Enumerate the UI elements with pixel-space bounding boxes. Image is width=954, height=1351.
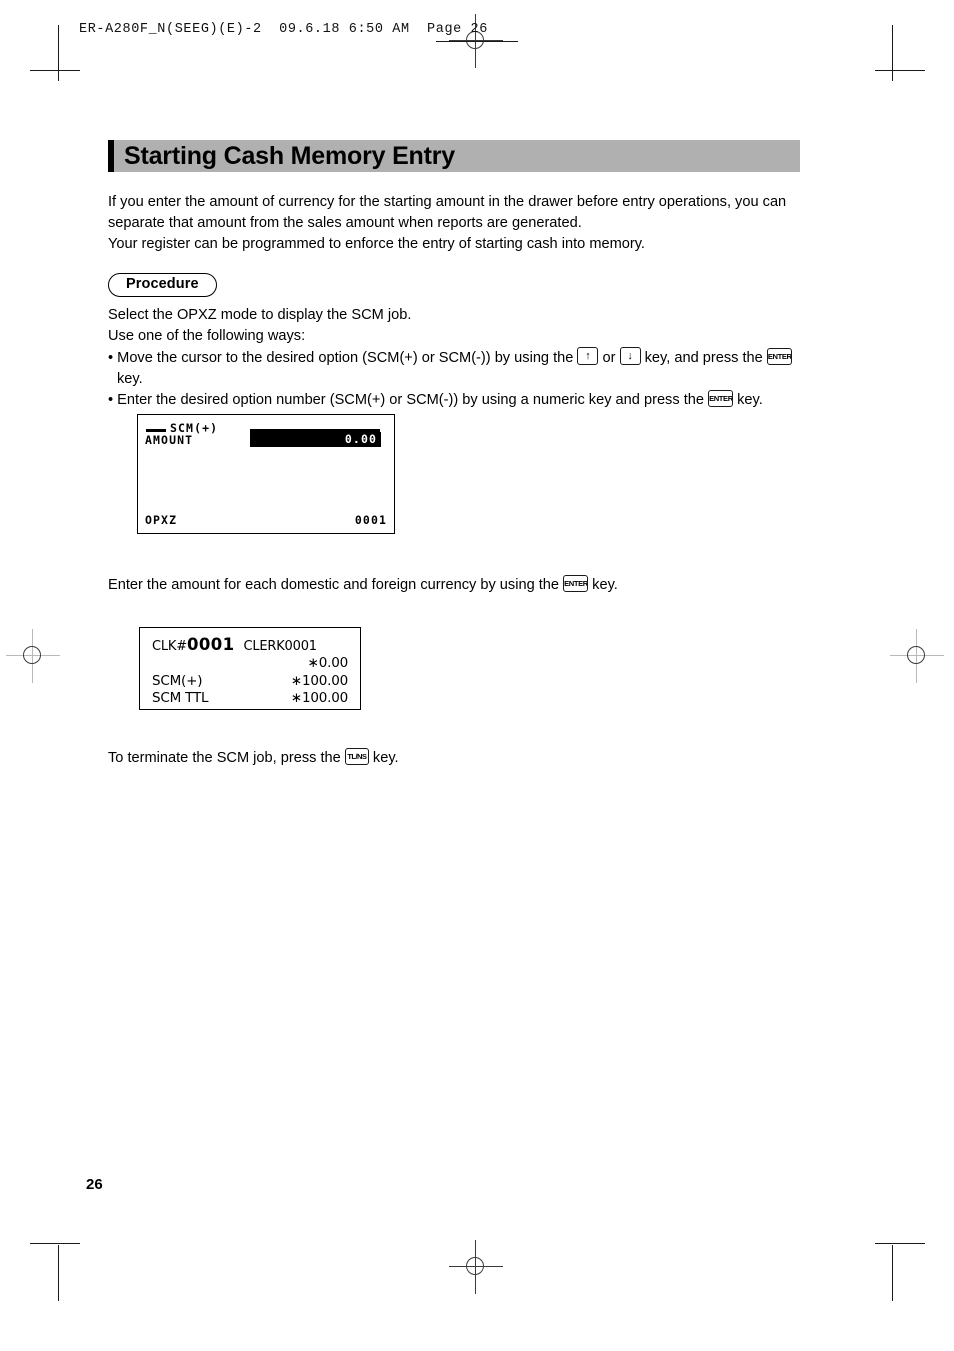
receipt-clerk-name: CLERK0001 bbox=[243, 639, 317, 654]
bullet-item-2: • Enter the desired option number (SCM(+… bbox=[108, 390, 828, 411]
intro-line-3: Your register can be programmed to enfor… bbox=[108, 236, 645, 252]
note-enter-line: Enter the amount for each domestic and f… bbox=[108, 575, 808, 596]
registration-mark-left bbox=[6, 629, 60, 683]
registration-circle bbox=[907, 646, 925, 664]
section-title-band: Starting Cash Memory Entry bbox=[108, 140, 800, 172]
crop-mark-bottom-left-horizontal bbox=[30, 1243, 80, 1244]
crop-mark-bottom-right-horizontal bbox=[875, 1243, 925, 1244]
bullet-1-continuation: key. bbox=[117, 371, 143, 387]
intro-line-1: If you enter the amount of currency for … bbox=[108, 194, 787, 210]
crop-mark-bottom-right-vertical bbox=[892, 1245, 893, 1301]
note-enter-text-a: Enter the amount for each domestic and f… bbox=[108, 577, 560, 593]
document-page: ER-A280F_N(SEEG)(E)-2 09.6.18 6:50 AM Pa… bbox=[0, 0, 954, 1351]
intro-line-2: separate that amount from the sales amou… bbox=[108, 215, 582, 231]
crop-mark-top-right-horizontal bbox=[875, 70, 925, 71]
arrow-up-key-icon[interactable]: ↑ bbox=[577, 347, 599, 365]
bullet-1-text-a: • Move the cursor to the desired option … bbox=[108, 350, 574, 366]
step-line-2: Use one of the following ways: bbox=[108, 328, 306, 344]
receipt-row3-amount: ∗100.00 bbox=[290, 673, 348, 689]
page-title: Starting Cash Memory Entry bbox=[124, 142, 455, 170]
note-terminate-text-b: key. bbox=[372, 750, 399, 766]
receipt-clerk-row: CLK#0001 CLERK0001 bbox=[152, 635, 317, 654]
bullet-2-text-b: key. bbox=[737, 392, 763, 408]
note-terminate-line: To terminate the SCM job, press the TL/N… bbox=[108, 748, 808, 769]
receipt-row4-label: SCM TTL bbox=[152, 690, 209, 706]
crop-mark-top-left-vertical bbox=[58, 25, 59, 81]
registration-circle bbox=[23, 646, 41, 664]
crop-mark-bottom-left-vertical bbox=[58, 1245, 59, 1301]
procedure-badge: Procedure bbox=[108, 273, 217, 297]
enter-key-icon[interactable]: ENTER bbox=[766, 348, 792, 365]
registration-mark-right bbox=[890, 629, 944, 683]
running-head-rule bbox=[436, 41, 518, 42]
enter-key-icon[interactable]: ENTER bbox=[563, 575, 589, 592]
receipt-display-figure: CLK#0001 CLERK0001 ∗0.00 SCM(+) ∗100.00 S… bbox=[139, 627, 361, 710]
crop-mark-top-left-horizontal bbox=[30, 70, 80, 71]
lcd-title-dash-left bbox=[146, 429, 166, 432]
page-number: 26 bbox=[86, 1176, 103, 1193]
registration-mark-bottom bbox=[449, 1240, 503, 1294]
receipt-clk-number: 0001 bbox=[186, 635, 235, 654]
lcd-display-figure: SCM(+) AMOUNT 0.00 OPXZ 0001 bbox=[137, 414, 395, 534]
lcd-amount-label: AMOUNT bbox=[145, 433, 194, 447]
note-enter-text-b: key. bbox=[592, 577, 618, 593]
registration-circle bbox=[466, 1257, 484, 1275]
bullet-1-text-c: key, and press the bbox=[644, 350, 763, 366]
arrow-down-key-icon[interactable]: ↓ bbox=[619, 347, 641, 365]
procedure-steps: Select the OPXZ mode to display the SCM … bbox=[108, 305, 828, 411]
receipt-row2-amount: ∗0.00 bbox=[307, 655, 349, 671]
receipt-row4-amount: ∗100.00 bbox=[290, 690, 348, 706]
note-enter-amount: Enter the amount for each domestic and f… bbox=[108, 575, 808, 596]
bullet-item-1: • Move the cursor to the desired option … bbox=[108, 347, 828, 369]
bullet-2-text-a: • Enter the desired option number (SCM(+… bbox=[108, 392, 704, 408]
receipt-clk-prefix: CLK# bbox=[152, 639, 187, 654]
step-line-1: Select the OPXZ mode to display the SCM … bbox=[108, 307, 412, 323]
running-head: ER-A280F_N(SEEG)(E)-2 09.6.18 6:50 AM Pa… bbox=[79, 22, 488, 37]
bullet-1-text-b: or bbox=[602, 350, 616, 366]
receipt-row3-label: SCM(+) bbox=[152, 673, 203, 689]
lcd-number-text: 0001 bbox=[354, 513, 387, 527]
tl-ns-key-icon[interactable]: TL/NS bbox=[344, 748, 369, 765]
note-terminate-text-a: To terminate the SCM job, press the bbox=[108, 750, 341, 766]
note-terminate-job: To terminate the SCM job, press the TL/N… bbox=[108, 748, 808, 769]
lcd-amount-field[interactable]: 0.00 bbox=[250, 432, 381, 447]
enter-key-icon[interactable]: ENTER bbox=[708, 390, 734, 407]
crop-mark-top-right-vertical bbox=[892, 25, 893, 81]
intro-paragraph: If you enter the amount of currency for … bbox=[108, 192, 808, 255]
lcd-mode-text: OPXZ bbox=[145, 513, 178, 527]
